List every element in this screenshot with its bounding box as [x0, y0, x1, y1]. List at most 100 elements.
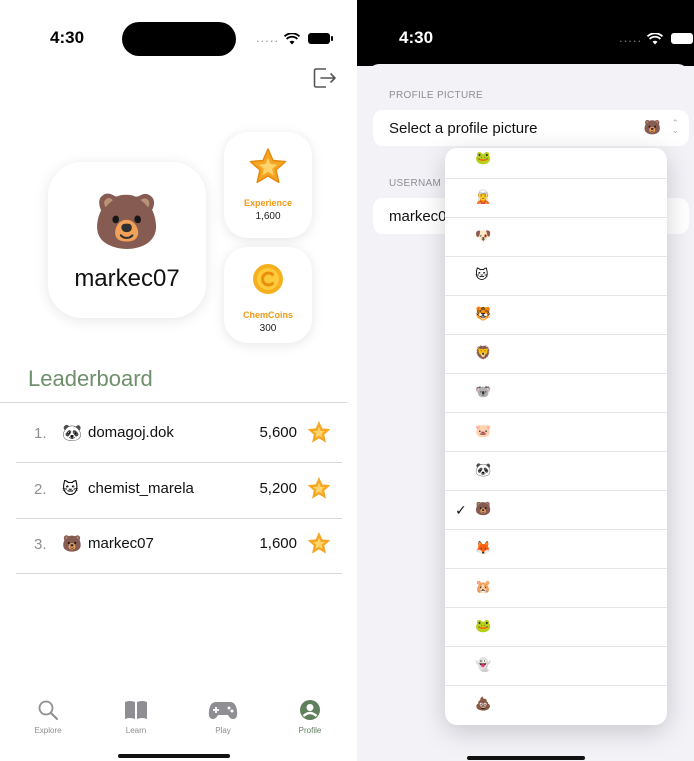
menu-option[interactable]: 🐹 — [445, 569, 667, 608]
person-circle-icon — [300, 700, 320, 720]
username-value: markec0 — [389, 208, 447, 225]
leaderboard-rank: 1. — [34, 425, 47, 442]
picker-selected-value: 🐻 — [643, 119, 661, 135]
menu-option-selected[interactable]: ✓ 🐻 — [445, 491, 667, 530]
system-icons: ..... — [256, 30, 334, 45]
menu-option[interactable]: 🦊 — [445, 530, 667, 569]
tab-bar: Explore Learn Play Profile — [0, 690, 347, 760]
status-bar: 4:30 ..... — [0, 0, 347, 60]
picker-label: Select a profile picture — [389, 120, 538, 137]
magnifying-glass-icon — [38, 700, 58, 720]
option-emoji: 🐸 — [475, 150, 492, 165]
tab-label: Profile — [298, 726, 322, 735]
leaderboard-divider — [0, 402, 347, 403]
menu-option[interactable]: 🐯 — [445, 296, 667, 335]
menu-option[interactable]: 🐶 — [445, 218, 667, 257]
experience-card: Experience 1,600 — [224, 132, 312, 238]
leaderboard-row: 2. 🐱 chemist_marela 5,200 — [16, 463, 342, 519]
leaderboard-score: 5,200 — [259, 480, 297, 497]
option-emoji: 💩 — [475, 696, 492, 711]
tab-play[interactable]: Play — [191, 698, 255, 735]
leaderboard-avatar: 🐼 — [62, 425, 82, 442]
menu-option[interactable]: 🐱 — [445, 257, 667, 296]
option-emoji: 🧝 — [475, 189, 492, 204]
menu-option[interactable]: 🐨 — [445, 374, 667, 413]
option-emoji: 🐸 — [475, 618, 492, 633]
menu-option[interactable]: 🧝 — [445, 179, 667, 218]
chemcoins-card: ChemCoins 300 — [224, 247, 312, 343]
leaderboard-avatar: 🐻 — [62, 536, 82, 553]
signal-dots: ..... — [256, 30, 280, 45]
book-icon — [125, 701, 147, 719]
tab-learn[interactable]: Learn — [104, 698, 168, 735]
menu-option[interactable]: 🐼 — [445, 452, 667, 491]
section-header-username: USERNAM — [389, 178, 442, 189]
menu-option[interactable]: 👻 — [445, 647, 667, 686]
tab-profile[interactable]: Profile — [278, 698, 342, 735]
tab-explore[interactable]: Explore — [16, 698, 80, 735]
menu-option[interactable]: 💩 — [445, 686, 667, 725]
option-emoji: 🐯 — [475, 306, 492, 321]
profile-username: markec07 — [74, 265, 180, 292]
profile-picture-menu: 🐸 🧝 🐶 🐱 🐯 🦁 🐨 🐷 🐼 ✓ 🐻 🦊 🐹 🐸 👻 💩 — [445, 148, 667, 725]
leaderboard-score: 1,600 — [259, 535, 297, 552]
option-emoji: 🐶 — [475, 228, 492, 243]
leaderboard-score: 5,600 — [259, 424, 297, 441]
option-emoji: 🐹 — [475, 579, 492, 594]
leaderboard-rank: 3. — [34, 536, 47, 553]
leaderboard-username: domagoj.dok — [88, 424, 174, 441]
logout-icon[interactable] — [312, 66, 338, 90]
home-indicator — [118, 754, 230, 758]
option-emoji: 👻 — [475, 657, 492, 672]
chevron-up-down-icon: ⌃ ⌄ — [671, 118, 679, 135]
sheet-handle-area — [369, 64, 688, 78]
star-icon — [307, 476, 331, 499]
status-time: 4:30 — [399, 28, 434, 47]
menu-option[interactable]: 🐸 — [445, 148, 667, 179]
leaderboard-rank: 2. — [34, 481, 47, 498]
option-emoji: 🐼 — [475, 462, 492, 477]
tab-label: Play — [215, 726, 231, 735]
edit-profile-screen: 4:30 ..... PROFILE PICTURE Select a prof… — [357, 0, 694, 761]
section-header-profile-picture: PROFILE PICTURE — [389, 90, 483, 101]
home-indicator — [467, 756, 585, 760]
leaderboard-row: 1. 🐼 domagoj.dok 5,600 — [16, 407, 342, 463]
leaderboard-avatar: 🐱 — [62, 481, 79, 498]
status-time: 4:30 — [50, 28, 85, 47]
status-bar: 4:30 ..... — [357, 0, 694, 66]
leaderboard-username: markec07 — [88, 535, 154, 552]
menu-option[interactable]: 🐷 — [445, 413, 667, 452]
gamecontroller-icon — [208, 702, 238, 719]
tab-label: Explore — [34, 726, 62, 735]
dynamic-island — [122, 22, 236, 56]
profile-card[interactable]: 🐻 markec07 — [48, 162, 206, 318]
profile-avatar: 🐻 — [93, 192, 161, 252]
menu-option[interactable]: 🦁 — [445, 335, 667, 374]
chemcoins-value: 300 — [259, 323, 277, 334]
star-icon — [307, 420, 331, 443]
star-icon — [249, 148, 287, 184]
profile-screen: 4:30 ..... 🐻 markec07 Experience 1,600 C… — [0, 0, 347, 761]
star-icon — [307, 531, 331, 554]
leaderboard-title: Leaderboard — [28, 366, 153, 391]
wifi-icon — [283, 32, 300, 45]
profile-picture-picker[interactable]: Select a profile picture 🐻 ⌃ ⌄ — [373, 110, 689, 146]
checkmark-icon: ✓ — [455, 502, 467, 518]
battery-icon — [671, 33, 694, 45]
system-icons: ..... — [619, 30, 694, 45]
option-emoji: 🐨 — [475, 384, 492, 399]
option-emoji: 🐷 — [475, 423, 492, 438]
coin-icon — [253, 264, 283, 294]
option-emoji: 🐱 — [475, 267, 489, 282]
menu-option[interactable]: 🐸 — [445, 608, 667, 647]
wifi-icon — [646, 32, 663, 45]
signal-dots: ..... — [619, 30, 643, 45]
option-emoji: 🐻 — [475, 501, 492, 516]
tab-label: Learn — [125, 726, 147, 735]
leaderboard-row: 3. 🐻 markec07 1,600 — [16, 518, 342, 574]
experience-value: 1,600 — [255, 211, 281, 222]
option-emoji: 🦊 — [475, 540, 492, 555]
experience-label: Experience — [243, 198, 293, 208]
row-separator — [16, 573, 342, 574]
battery-icon — [308, 33, 334, 45]
